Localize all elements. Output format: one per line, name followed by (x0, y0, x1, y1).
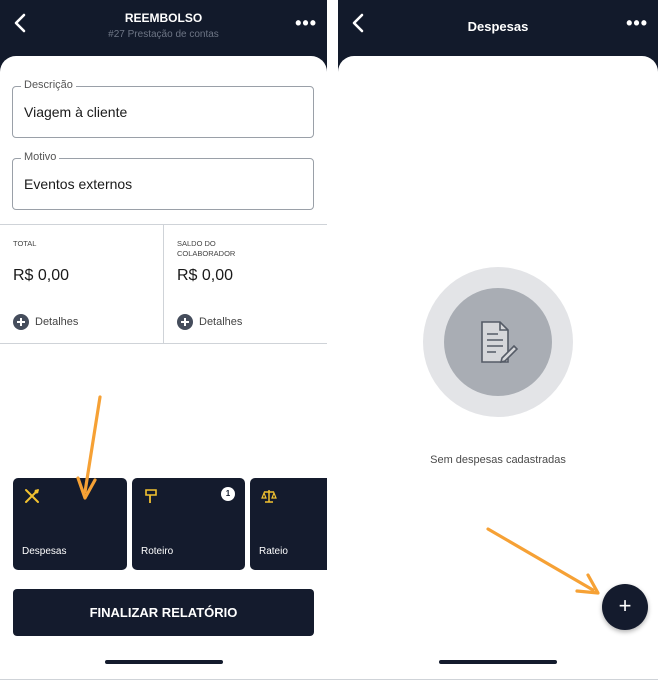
empty-state-illustration (423, 267, 573, 417)
home-indicator (439, 660, 557, 664)
motivo-value: Eventos externos (24, 176, 133, 192)
empty-state-circle (444, 288, 552, 396)
saldo-label: SALDO DO COLABORADOR (177, 239, 235, 259)
document-edit-icon (481, 321, 519, 364)
plus-circle-icon (13, 314, 29, 330)
roteiro-tile[interactable]: 1 Roteiro (132, 478, 245, 570)
saldo-details-button[interactable]: Detalhes (177, 313, 242, 331)
bottom-divider (0, 679, 658, 680)
despesas-tile[interactable]: Despesas (13, 478, 127, 570)
page-subtitle: #27 Prestação de contas (108, 29, 219, 40)
app-header: REEMBOLSO #27 Prestação de contas ••• (0, 0, 327, 62)
page-title: Despesas (467, 19, 529, 34)
add-expense-button[interactable]: + (602, 584, 648, 630)
app-header: Despesas ••• (338, 0, 658, 62)
home-indicator (105, 660, 223, 664)
total-details-button[interactable]: Detalhes (13, 313, 78, 331)
motivo-label: Motivo (21, 151, 60, 163)
rateio-tile[interactable]: Rateio (250, 478, 327, 570)
motivo-field[interactable]: Motivo Eventos externos (12, 151, 314, 210)
reembolso-screen: REEMBOLSO #27 Prestação de contas ••• De… (0, 0, 327, 664)
plus-circle-icon (177, 314, 193, 330)
signpost-icon (145, 489, 157, 503)
descricao-field[interactable]: Descrição Viagem à cliente (12, 79, 314, 138)
despesas-screen: Despesas ••• Sem despesas cadastradas + (338, 0, 658, 664)
details-label: Detalhes (35, 316, 79, 328)
roteiro-badge: 1 (221, 487, 235, 501)
saldo-label-line1: SALDO DO (177, 239, 216, 248)
more-options-icon[interactable]: ••• (295, 14, 317, 32)
descricao-value: Viagem à cliente (24, 104, 128, 120)
rateio-label: Rateio (259, 546, 288, 557)
saldo-value: R$ 0,00 (177, 267, 234, 284)
total-cell: TOTAL R$ 0,00 Detalhes (0, 225, 163, 343)
despesas-label: Despesas (22, 546, 67, 557)
page-title: REEMBOLSO (124, 11, 203, 25)
total-label: TOTAL (13, 239, 37, 248)
scale-icon (261, 490, 277, 503)
descricao-label: Descrição (21, 79, 76, 91)
details-label: Detalhes (199, 316, 243, 328)
roteiro-label: Roteiro (141, 546, 174, 557)
content-sheet: Descrição Viagem à cliente Motivo Evento… (0, 56, 327, 664)
utensils-icon (25, 489, 39, 503)
empty-state-message: Sem despesas cadastradas (430, 454, 566, 466)
more-options-icon[interactable]: ••• (626, 14, 648, 32)
finalize-report-button[interactable]: FINALIZAR RELATÓRIO (13, 589, 314, 636)
saldo-label-line2: COLABORADOR (177, 249, 236, 258)
summary-panel: TOTAL R$ 0,00 Detalhes SALDO DO COLABORA… (0, 224, 327, 344)
total-value: R$ 0,00 (13, 267, 70, 284)
saldo-cell: SALDO DO COLABORADOR R$ 0,00 Detalhes (164, 225, 327, 343)
content-sheet: Sem despesas cadastradas + (338, 56, 658, 664)
